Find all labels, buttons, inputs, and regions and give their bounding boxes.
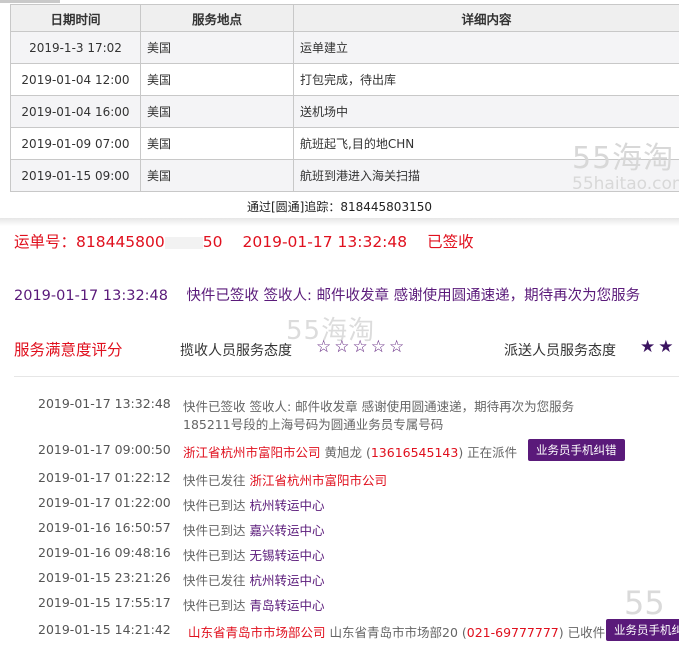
event-text: 快件已到达 杭州转运中心: [183, 495, 325, 514]
cell-place: 美国: [140, 127, 294, 160]
divider: [14, 376, 679, 377]
event-time: 2019-01-15 14:21:42: [38, 622, 171, 637]
latest-text: 快件已签收 签收人: 邮件收发章 感谢使用圆通速递，期待再次为您服务: [186, 288, 641, 304]
service-rating: 服务满意度评分 揽收人员服务态度 ☆☆☆☆☆ 派送人员服务态度 ★★: [14, 337, 679, 360]
cell-place: 美国: [140, 159, 294, 192]
event-time: 2019-01-17 09:00:50: [38, 442, 171, 457]
collect-rating-label: 揽收人员服务态度: [180, 343, 292, 359]
hub-link[interactable]: 无锡转运中心: [249, 548, 324, 563]
table-row: 2019-1-3 17:02 美国 运单建立: [10, 31, 679, 64]
event-place-link[interactable]: 浙江省杭州市富阳市公司: [183, 445, 321, 460]
courier-phone: 13616545143: [370, 445, 459, 460]
watermark-brand: 55海淘: [572, 141, 675, 176]
hub-link[interactable]: 杭州转运中心: [249, 573, 324, 588]
list-item: 2019-01-17 01:22:00 快件已到达 杭州转运中心: [0, 495, 679, 515]
courier-phone-correction-button[interactable]: 业务员手机纠错: [528, 439, 625, 461]
sign-status: 已签收: [427, 233, 474, 251]
deliver-rating-label: 派送人员服务态度: [504, 343, 616, 359]
rating-title: 服务满意度评分: [14, 341, 123, 359]
list-item: 2019-01-15 14:21:42 山东省青岛市市场部公司 山东省青岛市市场…: [0, 619, 679, 642]
hub-link[interactable]: 杭州转运中心: [249, 498, 324, 513]
clipped-header-remnant: [0, 0, 60, 3]
table-row: 2019-01-04 16:00 美国 送机场中: [10, 95, 679, 128]
latest-time: 2019-01-17 13:32:48: [14, 288, 168, 304]
event-place-link[interactable]: 山东省青岛市市场部公司: [188, 625, 326, 640]
watermark-partial: 55: [624, 584, 665, 622]
event-time: 2019-01-17 01:22:12: [38, 470, 171, 485]
event-text: 快件已发往 杭州转运中心: [183, 570, 325, 589]
event-time: 2019-01-16 09:48:16: [38, 545, 171, 560]
event-action: 快件已到达: [183, 548, 250, 563]
event-time: 2019-01-15 17:55:17: [38, 595, 171, 610]
event-time: 2019-01-15 23:21:26: [38, 570, 171, 585]
event-text: 山东省青岛市市场部公司 山东省青岛市市场部20 (021-69777777) 已…: [188, 622, 605, 641]
event-time: 2019-01-16 16:50:57: [38, 520, 171, 535]
event-action: 快件已到达: [183, 523, 250, 538]
watermark-logo: 55海淘 55haitao.com: [572, 141, 679, 195]
event-text: 快件已签收 签收人: 邮件收发章 感谢使用圆通速递，期待再次为您服务: [183, 399, 575, 414]
cell-detail: 运单建立: [293, 31, 679, 64]
courier-phone: 021-69777777: [466, 625, 559, 640]
event-text: 快件已到达 青岛转运中心: [183, 595, 325, 614]
cell-place: 美国: [140, 95, 294, 128]
table-header-row: 日期时间 服务地点 详细内容: [10, 4, 679, 32]
list-item: 2019-01-17 01:22:12 快件已发往 浙江省杭州市富阳市公司: [0, 470, 679, 490]
waybill-number-tail: 50: [202, 233, 223, 251]
event-action: 快件已到达: [183, 598, 250, 613]
event-action: 快件已到达: [183, 498, 250, 513]
cell-time: 2019-01-04 12:00: [10, 63, 141, 96]
courier-name: 黄旭龙 (: [320, 445, 371, 460]
collect-star-rating[interactable]: ☆☆☆☆☆: [316, 337, 407, 357]
event-action: 快件已发往: [183, 573, 250, 588]
event-text: 快件已到达 无锡转运中心: [183, 545, 325, 564]
event-time: 2019-01-17 01:22:00: [38, 495, 171, 510]
list-item: 2019-01-17 13:32:48 快件已签收 签收人: 邮件收发章 感谢使…: [0, 396, 679, 432]
list-item: 2019-01-15 23:21:26 快件已发往 杭州转运中心: [0, 570, 679, 590]
hub-link[interactable]: 嘉兴转运中心: [249, 523, 324, 538]
sign-time: 2019-01-17 13:32:48: [242, 233, 408, 251]
redacted-digits: [164, 236, 203, 249]
header-location: 服务地点: [140, 4, 294, 32]
cell-detail: 送机场中: [293, 95, 679, 128]
cell-time: 2019-1-3 17:02: [10, 31, 141, 64]
cell-time: 2019-01-09 07:00: [10, 127, 141, 160]
event-subtext: 185211号段的上海号码为圆通业务员专属号码: [183, 417, 444, 432]
cell-place: 美国: [140, 63, 294, 96]
waybill-number: 运单号：818445800: [14, 233, 165, 251]
latest-status: 2019-01-17 13:32:48 快件已签收 签收人: 邮件收发章 感谢使…: [14, 284, 640, 305]
courier-name: 山东省青岛市市场部20 (: [325, 625, 467, 640]
table-row: 2019-01-04 12:00 美国 打包完成，待出库: [10, 63, 679, 96]
event-action: 快件已发往: [183, 473, 250, 488]
event-text: 浙江省杭州市富阳市公司 黄旭龙 (13616545143) 正在派件: [183, 442, 517, 461]
section-divider-shadow: [0, 218, 679, 226]
watermark-domain: 55haitao.com: [572, 174, 679, 194]
list-item: 2019-01-16 09:48:16 快件已到达 无锡转运中心: [0, 545, 679, 565]
hub-link[interactable]: 青岛转运中心: [249, 598, 324, 613]
tracking-source-note: 通过[圆通]追踪：818445803150: [247, 200, 432, 214]
event-text: 快件已发往 浙江省杭州市富阳市公司: [183, 470, 387, 489]
event-place-link[interactable]: 浙江省杭州市富阳市公司: [249, 473, 387, 488]
courier-phone-correction-button[interactable]: 业务员手机纠错: [606, 619, 679, 641]
cell-detail: 打包完成，待出库: [293, 63, 679, 96]
deliver-star-rating[interactable]: ★★: [640, 337, 676, 357]
event-tail: ) 已收件: [558, 625, 606, 640]
list-item: 2019-01-16 16:50:57 快件已到达 嘉兴转运中心: [0, 520, 679, 540]
header-datetime: 日期时间: [10, 4, 141, 32]
event-time: 2019-01-17 13:32:48: [38, 396, 171, 411]
cell-time: 2019-01-15 09:00: [10, 159, 141, 192]
header-detail: 详细内容: [293, 4, 679, 32]
list-item: 2019-01-15 17:55:17 快件已到达 青岛转运中心: [0, 595, 679, 615]
waybill-summary: 运单号：818445800 50 2019-01-17 13:32:48 已签收: [14, 230, 474, 252]
cell-time: 2019-01-04 16:00: [10, 95, 141, 128]
event-tail: ) 正在派件: [458, 445, 518, 460]
event-text: 快件已到达 嘉兴转运中心: [183, 520, 325, 539]
tracking-table-panel: 日期时间 服务地点 详细内容 2019-1-3 17:02 美国 运单建立 20…: [0, 0, 679, 218]
list-item: 2019-01-17 09:00:50 浙江省杭州市富阳市公司 黄旭龙 (136…: [0, 439, 679, 462]
cell-place: 美国: [140, 31, 294, 64]
